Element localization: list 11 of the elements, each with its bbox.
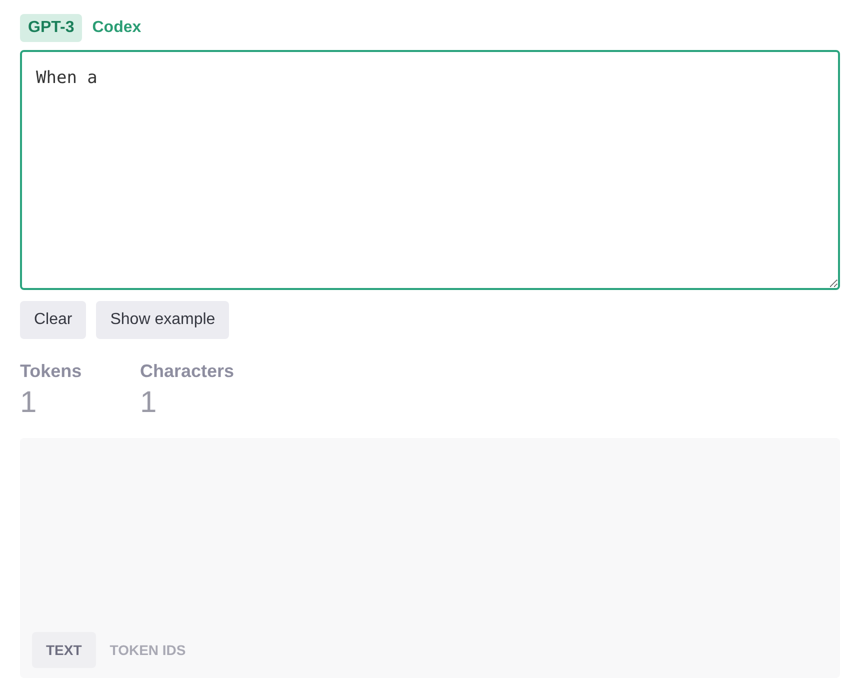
- stat-label: Tokens: [20, 361, 83, 382]
- model-tab[interactable]: GPT-3: [20, 14, 82, 42]
- view-tab[interactable]: TOKEN IDS: [96, 632, 200, 668]
- view-tab[interactable]: TEXT: [32, 632, 96, 668]
- stat-value: 1: [140, 386, 158, 420]
- show-example-button[interactable]: Show example: [96, 301, 230, 339]
- model-tab[interactable]: Codex: [84, 14, 150, 42]
- stat-label: Characters: [140, 361, 234, 382]
- stat-value: 1: [20, 386, 38, 420]
- clear-button[interactable]: Clear: [20, 301, 86, 339]
- prompt-input-field[interactable]: When a: [20, 50, 840, 290]
